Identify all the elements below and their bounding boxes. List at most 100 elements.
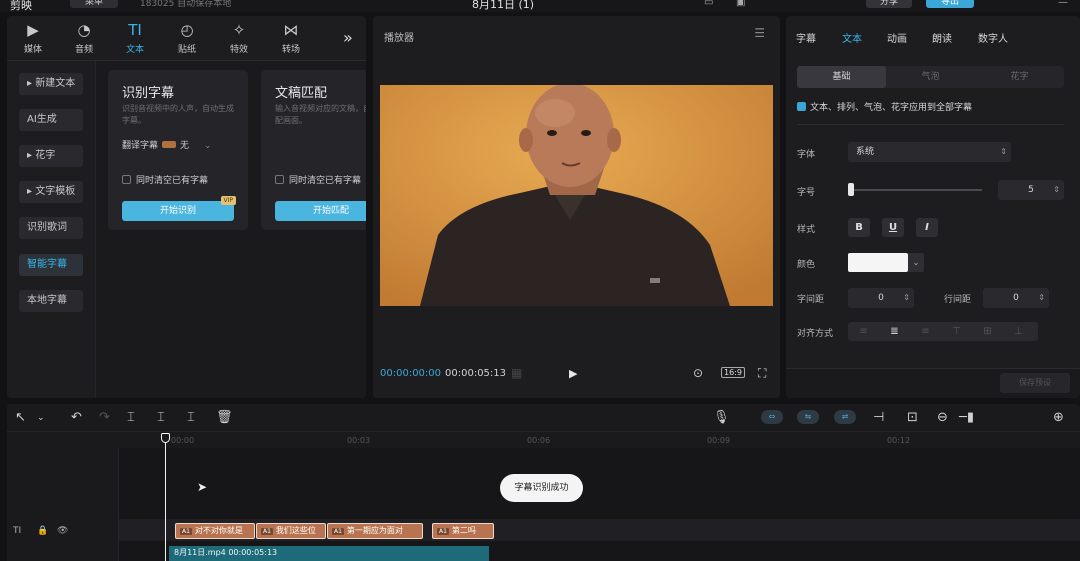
- clear-existing-checkbox[interactable]: 同时清空已有字幕: [122, 173, 208, 186]
- italic-button[interactable]: I: [916, 218, 938, 237]
- align-top-icon[interactable]: ⊤: [941, 322, 972, 341]
- segment-fancy[interactable]: 花字: [975, 66, 1064, 88]
- tab-subtitle[interactable]: 字幕: [796, 30, 816, 45]
- menu-button[interactable]: 菜单: [70, 0, 118, 8]
- font-select[interactable]: 系统 ⇕: [848, 142, 1011, 162]
- export-button[interactable]: 导出: [926, 0, 974, 8]
- video-preview[interactable]: [380, 85, 773, 306]
- align-label: 对齐方式: [797, 329, 834, 339]
- tab-sticker[interactable]: ◴ 贴纸: [167, 20, 207, 55]
- split-icon[interactable]: ⌶: [127, 410, 135, 425]
- aspect-ratio-button[interactable]: 16:9: [721, 367, 745, 378]
- microphone-icon[interactable]: 🎙: [713, 410, 730, 425]
- align-middle-icon[interactable]: ⊞: [972, 322, 1003, 341]
- align-options: ≡ ≣ ≡ ⊤ ⊞ ⊥: [848, 322, 1038, 341]
- tab-media[interactable]: ▶ 媒体: [13, 20, 53, 55]
- timeline-view-icon[interactable]: ▦: [511, 366, 522, 380]
- main-track-magnet-icon[interactable]: ⇔: [761, 410, 783, 424]
- tab-text-props[interactable]: 文本: [842, 30, 862, 45]
- zoom-slider[interactable]: ─▮: [959, 410, 974, 425]
- play-icon[interactable]: ▶: [569, 367, 577, 380]
- screen-icon[interactable]: ⊡: [907, 410, 918, 425]
- lock-icon[interactable]: 🔒: [37, 526, 48, 536]
- side-item-text-template[interactable]: ▸ 文字模板: [19, 181, 83, 203]
- apply-all-checkbox[interactable]: 文本、排列、气泡、花字应用到全部字幕: [797, 100, 972, 113]
- zoom-fit-icon[interactable]: ⊙: [693, 366, 703, 380]
- align-bottom-icon[interactable]: ⊥: [1003, 322, 1034, 341]
- start-match-button[interactable]: 开始匹配: [275, 201, 366, 221]
- transition-icon: ⋈: [283, 21, 299, 39]
- layout-icon[interactable]: ▭: [704, 0, 713, 8]
- tab-label: 转场: [281, 45, 300, 55]
- recognize-subtitle-card: 识别字幕 识别音视频中的人声，自动生成字幕。 翻译字幕无 ⌄ 同时清空已有字幕 …: [108, 70, 248, 230]
- align-center-icon[interactable]: ≣: [879, 322, 910, 341]
- side-item-local-subtitle[interactable]: 本地字幕: [19, 290, 83, 312]
- playhead[interactable]: [165, 434, 166, 561]
- minimize-icon[interactable]: —: [1058, 0, 1068, 8]
- video-frame-image: [380, 85, 773, 306]
- timeline-toolbar: ↖ ⌄ ↶ ↷ ⌶ ⌶ ⌶ 🗑 🎙 ⇔ ⇋ ⇌ ⊣ ⊡ ⊖ ─▮ ⊕: [7, 404, 1080, 432]
- align-left-icon[interactable]: ≡: [848, 322, 879, 341]
- tab-read-aloud[interactable]: 朗读: [932, 30, 952, 45]
- side-item-ai-generate[interactable]: AI生成: [19, 109, 83, 131]
- subtitle-clip[interactable]: A1 对不对你就是: [175, 523, 255, 539]
- undo-icon[interactable]: ↶: [71, 410, 82, 425]
- segment-basic[interactable]: 基础: [797, 66, 886, 88]
- zoom-fit-icon[interactable]: ⊕: [1053, 410, 1064, 425]
- start-recognize-button[interactable]: 开始识别 VIP: [122, 196, 236, 221]
- tab-digital-human[interactable]: 数字人: [978, 30, 1008, 45]
- size-stepper[interactable]: 5 ⇕: [998, 180, 1064, 200]
- save-preset-button[interactable]: 保存预设: [1000, 373, 1070, 393]
- chevron-down-icon[interactable]: ⌄: [908, 253, 924, 272]
- size-slider[interactable]: [848, 189, 982, 191]
- card-title: 文稿匹配: [275, 86, 328, 101]
- tool-tabs: ▶ 媒体 ◔ 音频 TI 文本 ◴ 贴纸 ✧ 特效 ⋈ 转场 »: [7, 16, 366, 61]
- size-slider-handle[interactable]: [848, 183, 854, 196]
- display-icon[interactable]: ▣: [736, 0, 745, 8]
- zoom-out-icon[interactable]: ⊖: [937, 410, 948, 425]
- linkage-icon[interactable]: ⇌: [834, 410, 856, 424]
- fullscreen-icon[interactable]: ⛶: [758, 366, 766, 381]
- tab-animation[interactable]: 动画: [887, 30, 907, 45]
- tab-effects[interactable]: ✧ 特效: [219, 20, 259, 55]
- bold-button[interactable]: B: [848, 218, 870, 237]
- auto-snap-icon[interactable]: ⇋: [797, 410, 819, 424]
- tab-audio[interactable]: ◔ 音频: [64, 20, 104, 55]
- track-headers: TI 🔒 👁: [7, 448, 119, 561]
- redo-icon[interactable]: ↷: [99, 410, 110, 425]
- align-right-icon[interactable]: ≡: [910, 322, 941, 341]
- preview-axis-icon[interactable]: ⊣: [873, 410, 884, 425]
- char-spacing-stepper[interactable]: 0 ⇕: [848, 288, 914, 308]
- resource-panel: ▶ 媒体 ◔ 音频 TI 文本 ◴ 贴纸 ✧ 特效 ⋈ 转场 » ▸ 新建文本 …: [7, 16, 366, 398]
- side-item-lyrics[interactable]: 识别歌词: [19, 217, 83, 239]
- checkbox-icon: [275, 175, 284, 184]
- tab-text[interactable]: TI 文本: [115, 20, 155, 55]
- tab-transition[interactable]: ⋈ 转场: [271, 20, 311, 55]
- tracks-area[interactable]: A1 对不对你就是 A1 我们这些位 A1 第一期应为面对 A1 第二吗 8月11日.m…: [119, 448, 1080, 561]
- menu-icon[interactable]: ☰: [754, 26, 765, 40]
- translate-row[interactable]: 翻译字幕 无 ⌄: [122, 138, 211, 151]
- chevron-down-icon[interactable]: ⌄: [37, 413, 45, 423]
- more-tabs-icon[interactable]: »: [343, 28, 353, 47]
- video-clip[interactable]: 8月11日.mp4 00:00:05:13: [169, 546, 489, 561]
- split-right-icon[interactable]: ⌶: [187, 410, 195, 425]
- subtitle-clip[interactable]: A1 第二吗: [432, 523, 494, 539]
- side-item-fancy-text[interactable]: ▸ 花字: [19, 145, 83, 167]
- split-left-icon[interactable]: ⌶: [157, 410, 165, 425]
- clear-existing-checkbox[interactable]: 同时清空已有字幕: [275, 173, 361, 186]
- vip-mini-icon: [162, 141, 177, 148]
- line-spacing-stepper[interactable]: 0 ⇕: [983, 288, 1049, 308]
- share-button[interactable]: 分享: [866, 0, 912, 8]
- segment-bubble[interactable]: 气泡: [886, 66, 975, 88]
- color-swatch[interactable]: [848, 253, 908, 272]
- eye-icon[interactable]: 👁: [57, 526, 68, 536]
- side-item-smart-subtitle[interactable]: 智能字幕: [19, 254, 83, 276]
- underline-button[interactable]: U: [882, 218, 904, 237]
- subtitle-clip[interactable]: A1 我们这些位: [256, 523, 326, 539]
- chevron-down-icon: ⌄: [203, 141, 212, 151]
- select-tool-icon[interactable]: ↖: [15, 410, 26, 425]
- playhead-handle[interactable]: [161, 433, 170, 443]
- subtitle-clip[interactable]: A1 第一期应为面对: [327, 523, 423, 539]
- delete-icon[interactable]: 🗑: [216, 410, 233, 425]
- side-item-new-text[interactable]: ▸ 新建文本: [19, 73, 83, 95]
